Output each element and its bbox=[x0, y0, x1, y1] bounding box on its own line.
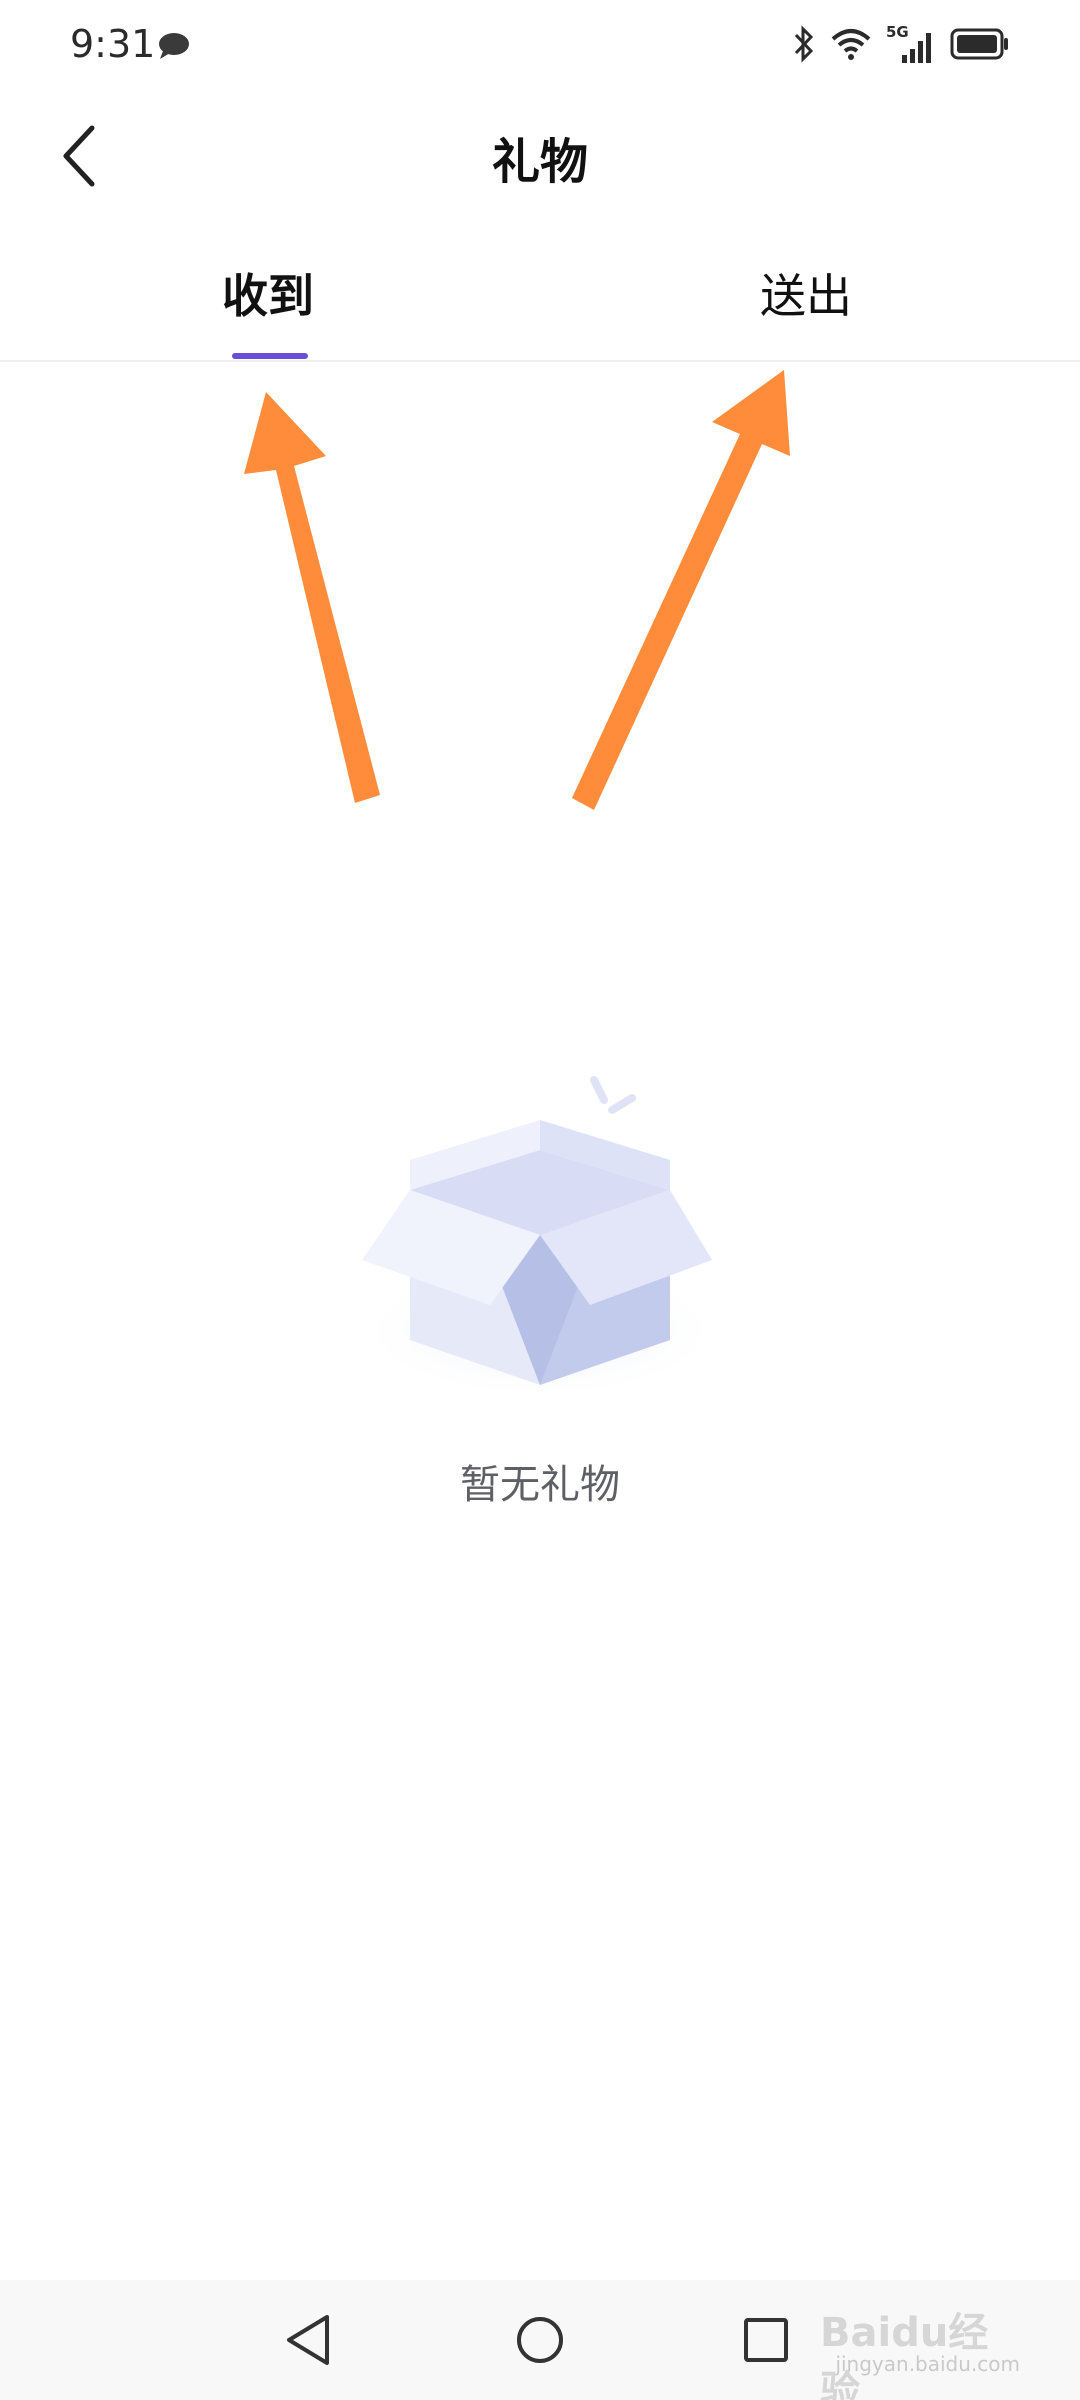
empty-state-message: 暂无礼物 bbox=[460, 1462, 620, 1508]
open-box-icon bbox=[355, 1076, 725, 1400]
watermark-url: jingyan.baidu.com bbox=[835, 2352, 1020, 2376]
nav-home-button[interactable] bbox=[510, 2310, 570, 2370]
gifts-screen: 9:31 5G 礼物 收到 送出 暂无礼物 Baidu经验 jingyan.ba… bbox=[0, 0, 1080, 2400]
square-recents-icon bbox=[744, 2318, 788, 2362]
triangle-back-icon bbox=[287, 2315, 329, 2365]
nav-back-button[interactable] bbox=[278, 2310, 338, 2370]
watermark-brand: Baidu经验 bbox=[820, 2310, 989, 2400]
nav-recents-button[interactable] bbox=[736, 2310, 796, 2370]
circle-home-icon bbox=[517, 2317, 563, 2363]
annotation-arrow-right bbox=[572, 370, 790, 810]
